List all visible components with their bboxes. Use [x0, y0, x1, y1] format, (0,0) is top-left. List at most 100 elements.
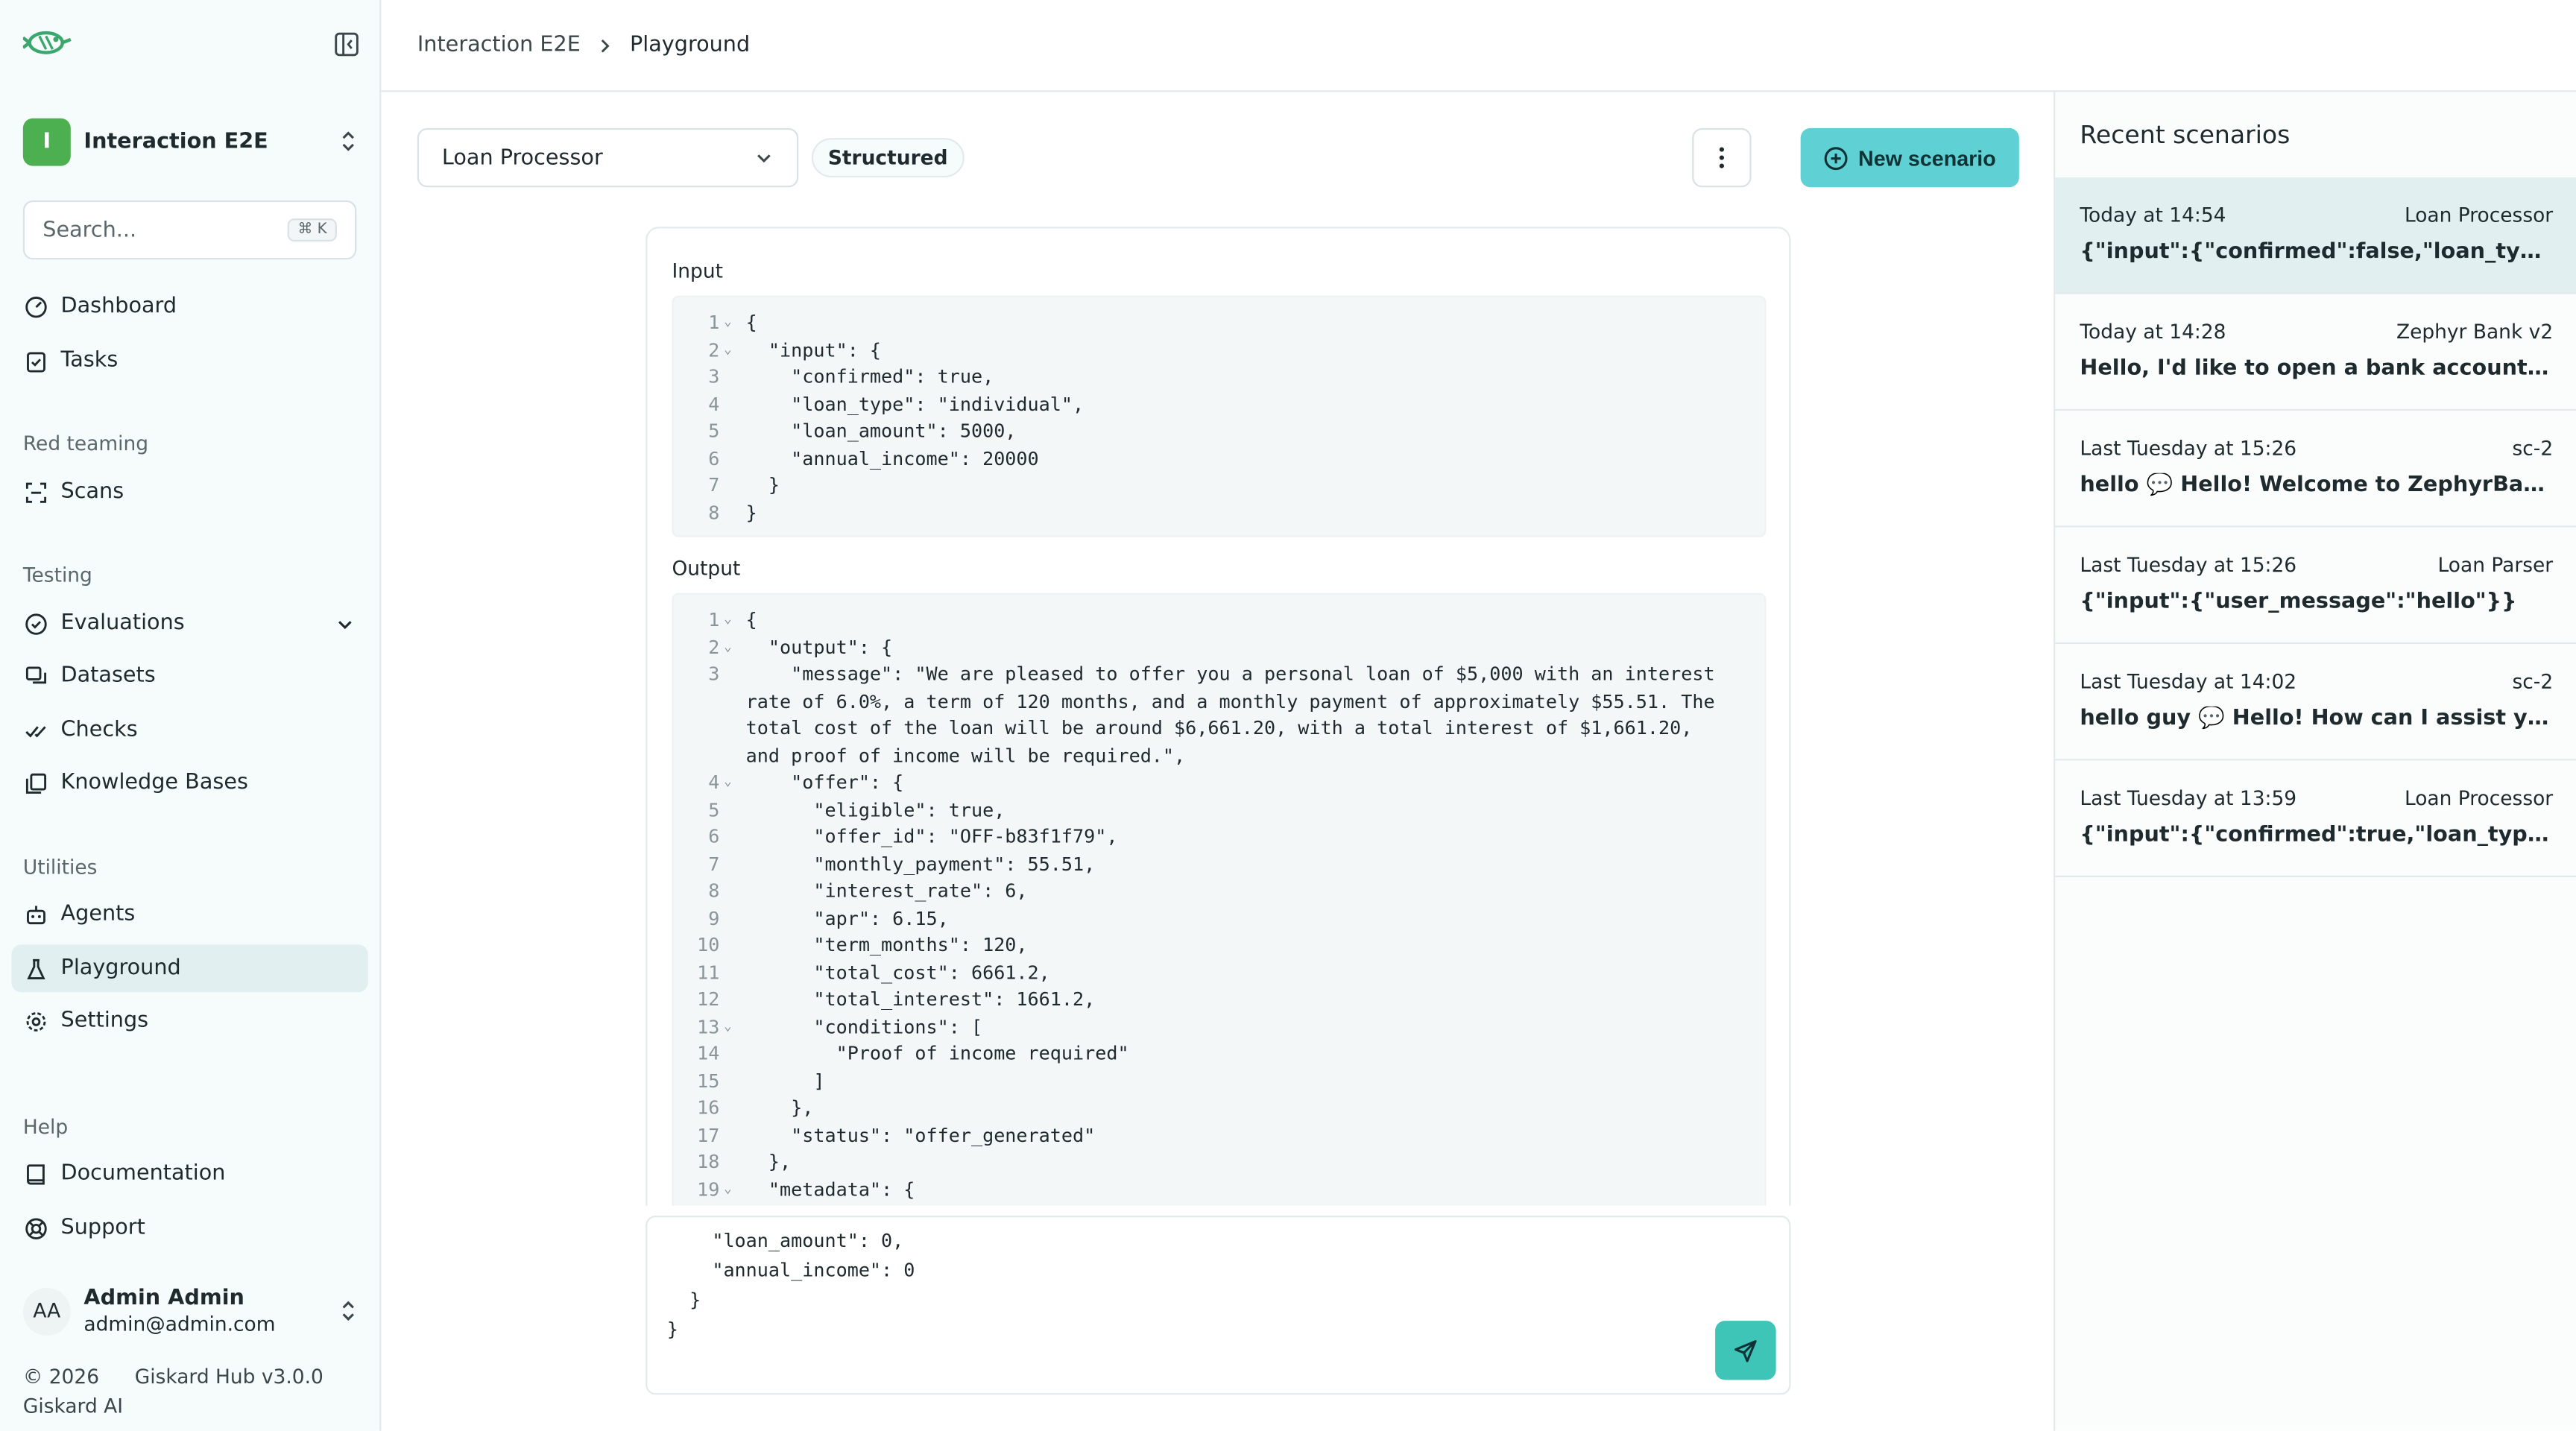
breadcrumb-parent[interactable]: Interaction E2E [417, 33, 581, 57]
sidebar-item-dashboard[interactable]: Dashboard [11, 282, 367, 330]
chevron-down-icon[interactable] [335, 613, 355, 633]
fold-chevron-icon[interactable]: ⌄ [719, 1175, 736, 1202]
sidebar-item-tasks[interactable]: Tasks [11, 337, 367, 385]
library-icon [25, 772, 47, 793]
breadcrumb: Interaction E2E Playground [381, 0, 2576, 92]
sidebar-item-agents[interactable]: Agents [11, 891, 367, 938]
user-menu[interactable]: AA Admin Admin admin@admin.com [22, 1281, 359, 1340]
sidebar-item-label: Playground [60, 955, 181, 981]
code-line: 5 "loan_amount": 5000, [674, 417, 1765, 444]
code-text: { [745, 310, 757, 334]
code-text: "metadata": { [745, 1177, 915, 1201]
scenario-snippet: {"input":{"confirmed":true,"loan_type":"… [2080, 823, 2554, 848]
new-scenario-button[interactable]: New scenario [1800, 127, 2019, 188]
scan-icon [25, 481, 47, 502]
sidebar-item-scans[interactable]: Scans [11, 468, 367, 516]
workspace-switcher[interactable]: I Interaction E2E [22, 116, 359, 165]
sidebar-item-label: Scans [60, 479, 124, 505]
sidebar-item-label: Settings [60, 1008, 149, 1034]
fold-chevron-icon[interactable]: ⌄ [719, 769, 736, 796]
footer-company: Giskard AI [22, 1394, 124, 1418]
check-circle-icon [25, 613, 47, 634]
list-item[interactable]: Last Tuesday at 14:02 sc-2 hello guy 💬 He… [2055, 644, 2576, 761]
user-email: admin@admin.com [83, 1312, 276, 1336]
code-text: "interest_rate": 6, [745, 879, 1028, 903]
code-line: 6 "offer_id": "OFF-b83f1f79", [674, 823, 1765, 850]
giskard-logo-icon[interactable] [22, 26, 72, 59]
list-item[interactable]: Last Tuesday at 13:59 Loan Processor {"in… [2055, 760, 2576, 877]
footer-version: Giskard Hub v3.0.0 [134, 1365, 323, 1389]
user-info: Admin Admin admin@admin.com [83, 1286, 338, 1336]
scenario-agent: Loan Processor [2404, 203, 2554, 227]
code-text: "input": { [745, 337, 882, 361]
scenario-agent: Zephyr Bank v2 [2396, 320, 2554, 344]
sidebar-item-playground[interactable]: Playground [11, 944, 368, 993]
section-label-testing: Testing [22, 563, 92, 587]
code-text: "total_cost": 6661.2, [745, 960, 1050, 984]
gear-icon [26, 1011, 46, 1031]
list-item[interactable]: Today at 14:28 Zephyr Bank v2 Hello, I'd … [2055, 294, 2576, 411]
code-text: "confirmed": true, [745, 364, 994, 388]
output-code-block[interactable]: 1 ⌄{2 ⌄ "output": {3 "message": "We are pl… [672, 593, 1767, 1206]
recent-scenarios-title: Recent scenarios [2080, 119, 2291, 150]
code-text: "offer": { [745, 770, 904, 794]
code-line: 12 "total_interest": 1661.2, [674, 985, 1765, 1012]
line-number: 11 [697, 960, 720, 984]
code-line: 6 "annual_income": 20000 [674, 444, 1765, 471]
code-line: 5 "eligible": true, [674, 796, 1765, 823]
line-number: 12 [697, 987, 720, 1011]
fold-chevron-icon[interactable]: ⌄ [719, 309, 736, 335]
code-line: 3 "message": "We are pleased to offer yo… [674, 660, 1765, 687]
code-line: 10 "term_months": 120, [674, 932, 1765, 958]
search-input[interactable]: Search... ⌘ K [22, 200, 357, 260]
code-text: }, [745, 1149, 792, 1173]
fold-chevron-icon[interactable]: ⌄ [719, 336, 736, 363]
agent-select[interactable]: Loan Processor [417, 127, 799, 188]
code-text: "loan_type": "individual", [745, 391, 1085, 415]
line-number: 3 [708, 662, 720, 686]
collapse-sidebar-icon[interactable] [333, 31, 359, 57]
line-number: 2 [708, 634, 720, 658]
scenario-snippet: hello 💬 Hello! Welcome to ZephyrBank. Ho… [2080, 473, 2553, 498]
list-item[interactable]: Last Tuesday at 15:26 Loan Parser {"input… [2055, 528, 2576, 645]
sidebar-item-label: Datasets [60, 663, 156, 689]
scenario-agent: Loan Processor [2404, 786, 2554, 810]
sidebar-item-checks[interactable]: Checks [11, 707, 367, 754]
sidebar-item-knowledge-bases[interactable]: Knowledge Bases [11, 759, 367, 806]
send-button[interactable] [1715, 1321, 1776, 1380]
sidebar-item-label: Dashboard [60, 294, 177, 319]
sidebar-item-support[interactable]: Support [11, 1204, 367, 1252]
sidebar-item-documentation[interactable]: Documentation [11, 1150, 367, 1198]
sidebar-item-label: Checks [60, 718, 138, 743]
fold-chevron-icon[interactable]: ⌄ [719, 634, 736, 660]
list-item[interactable]: Today at 14:54 Loan Processor {"input":{"… [2055, 177, 2576, 294]
line-number: 13 [697, 1014, 720, 1037]
code-text: "eligible": true, [745, 797, 1006, 821]
more-options-button[interactable] [1692, 127, 1752, 188]
input-code-block[interactable]: 1 ⌄{2 ⌄ "input": {3 "confirmed": true, 4 "l… [672, 295, 1767, 537]
line-number: 14 [697, 1041, 720, 1065]
code-text: } [745, 473, 780, 496]
list-item[interactable]: Last Tuesday at 15:26 sc-2 hello 💬 Hello!… [2055, 411, 2576, 528]
code-line: rate of 6.0%, a term of 120 months, and … [674, 687, 1765, 714]
fold-chevron-icon[interactable]: ⌄ [719, 1013, 736, 1040]
sidebar-item-settings[interactable]: Settings [11, 997, 367, 1045]
sidebar-item-datasets[interactable]: Datasets [11, 652, 367, 700]
scenario-input-editor[interactable]: "loan_amount": 0, "annual_income": 0 } } [645, 1216, 1791, 1395]
scenario-agent-reply: Hello! How can I assist you today? [2232, 706, 2554, 731]
code-text: "annual_income": 20000 [745, 446, 1039, 470]
sidebar-item-evaluations[interactable]: Evaluations [11, 599, 367, 647]
line-number [674, 742, 720, 768]
code-text: "offer_id": "OFF-b83f1f79", [745, 824, 1118, 848]
fold-chevron-icon[interactable]: ⌄ [719, 606, 736, 633]
code-line: total cost of the loan will be around $6… [674, 715, 1765, 742]
